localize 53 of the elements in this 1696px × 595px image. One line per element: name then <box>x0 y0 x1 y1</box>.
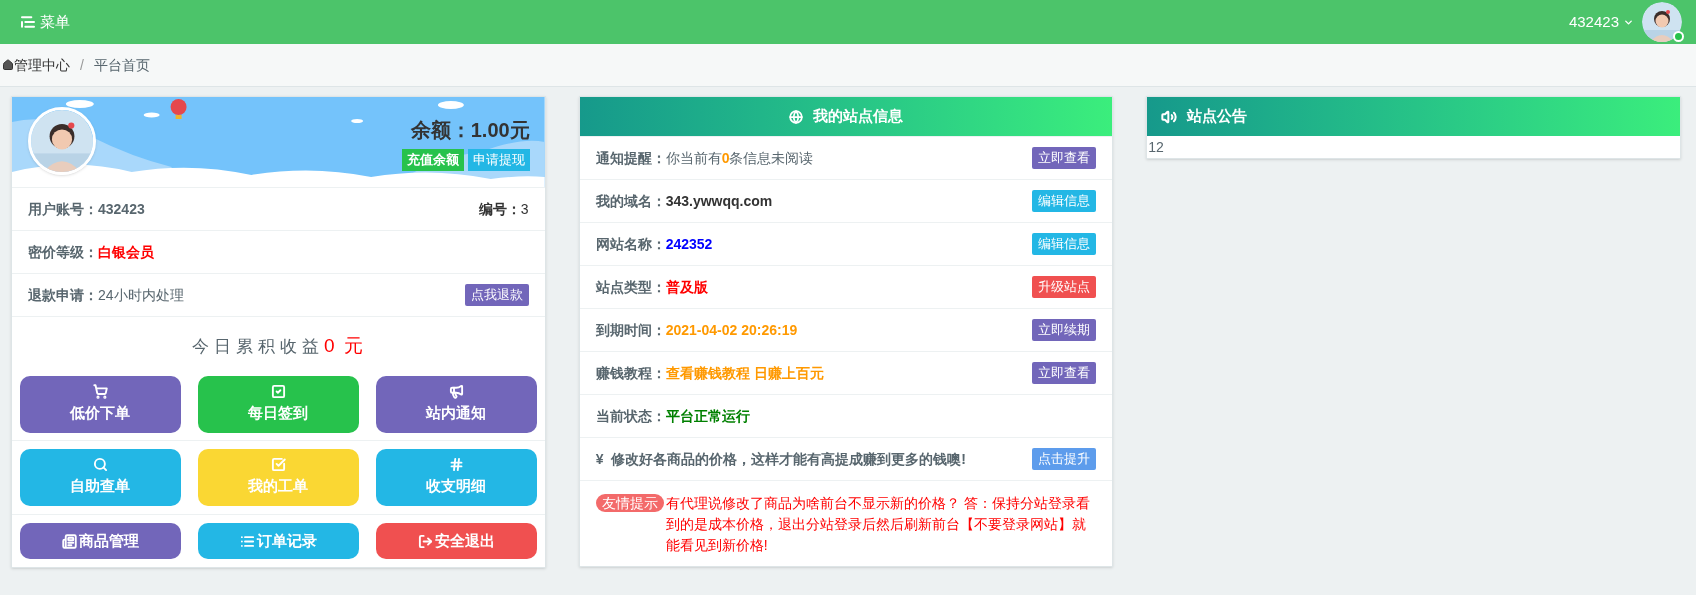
breadcrumb-link[interactable]: 管理中心 <box>0 54 70 76</box>
cart-icon <box>92 384 108 400</box>
info-label: 到期时间：2021-04-02 20:26:19 <box>595 320 798 340</box>
info-label: 站点类型：普及版 <box>595 277 708 297</box>
shortcut-button[interactable]: 站内通知 <box>375 376 537 433</box>
globe-icon <box>789 109 803 124</box>
announcement-text: 12 <box>1147 138 1165 157</box>
shortcut-button[interactable]: 订单记录 <box>197 523 359 559</box>
shortcut-button[interactable]: 每日签到 <box>197 376 359 433</box>
search-icon <box>92 457 108 473</box>
action-button[interactable]: 点击提升 <box>1032 448 1097 470</box>
breadcrumb-separator: / <box>80 55 84 75</box>
menu-icon <box>20 14 36 30</box>
speaker-icon <box>1161 108 1178 125</box>
info-label: 密价等级：白银会员 <box>28 242 154 262</box>
info-label: 网站名称：242352 <box>595 234 713 254</box>
shortcut-button[interactable]: 安全退出 <box>375 523 537 559</box>
info-label: 赚钱教程：查看赚钱教程 日赚上百元 <box>595 363 824 383</box>
info-label: 编号：3 <box>478 199 529 219</box>
action-button[interactable]: 编辑信息 <box>1032 190 1097 212</box>
logout-icon <box>417 533 433 549</box>
hash-icon <box>448 457 464 473</box>
user-menu-button[interactable]: 432423 <box>1568 10 1634 34</box>
info-label: 通知提醒：你当前有0条信息未阅读 <box>595 148 814 168</box>
action-button[interactable]: 编辑信息 <box>1032 233 1097 255</box>
newspaper-icon <box>61 533 77 549</box>
earnings-text: 今日累积收益 0 元 <box>191 334 365 359</box>
info-label: 用户账号：432423 <box>28 199 145 219</box>
panel-title: 我的站点信息 <box>813 106 903 127</box>
action-button[interactable]: 点我退款 <box>464 284 529 306</box>
checkbox-icon <box>270 384 286 400</box>
menu-button[interactable]: 菜单 <box>20 10 70 34</box>
action-button[interactable]: 立即查看 <box>1032 147 1097 169</box>
shortcut-button[interactable]: 低价下单 <box>20 376 181 433</box>
action-button[interactable]: 升级站点 <box>1032 276 1097 298</box>
action-button[interactable]: 立即查看 <box>1032 362 1097 384</box>
list-icon <box>239 533 255 549</box>
megaphone-icon <box>448 384 464 400</box>
tip-text: 有代理说修改了商品为啥前台不显示新的价格？ 答：保持分站登录看到的是成本价格，退出分站登录后然后刷新前台【不要登录网站】就能看见到新价格! <box>665 494 1091 555</box>
info-label: 当前状态：平台正常运行 <box>595 406 750 426</box>
breadcrumb-link[interactable]: 平台首页 <box>93 54 150 76</box>
shortcut-button[interactable]: 我的工单 <box>197 449 359 506</box>
home-icon <box>2 59 14 71</box>
info-label: 退款申请：24小时内处理 <box>28 285 184 305</box>
shortcut-button[interactable]: 自助查单 <box>20 449 181 506</box>
shortcut-button[interactable]: 商品管理 <box>20 523 181 559</box>
panel-title: 站点公告 <box>1187 106 1248 127</box>
notice-text: ¥ 修改好各商品的价格，这样才能有高提成赚到更多的钱噢! <box>595 449 966 469</box>
info-label: 我的域名：343.ywwqq.com <box>595 191 773 211</box>
action-button[interactable]: 立即续期 <box>1032 319 1097 341</box>
tip-badge: 友情提示 <box>595 494 664 512</box>
shortcut-button[interactable]: 收支明细 <box>375 449 537 506</box>
checkbox-icon <box>270 457 286 473</box>
